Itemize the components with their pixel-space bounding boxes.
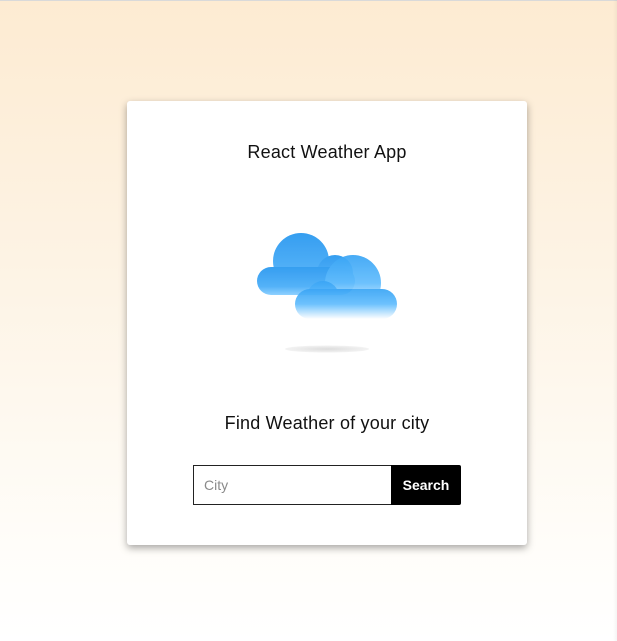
cloud-shadow <box>285 345 369 353</box>
search-button[interactable]: Search <box>391 465 461 505</box>
cloud-icon <box>257 233 397 353</box>
window-top-border <box>0 0 617 1</box>
city-input[interactable] <box>193 465 391 505</box>
app-title: React Weather App <box>247 142 407 162</box>
page-edge <box>613 0 617 641</box>
search-heading: Find Weather of your city <box>224 413 430 433</box>
search-form: Search <box>193 465 461 505</box>
weather-card: React Weather App Find Weather of your c… <box>127 101 527 545</box>
